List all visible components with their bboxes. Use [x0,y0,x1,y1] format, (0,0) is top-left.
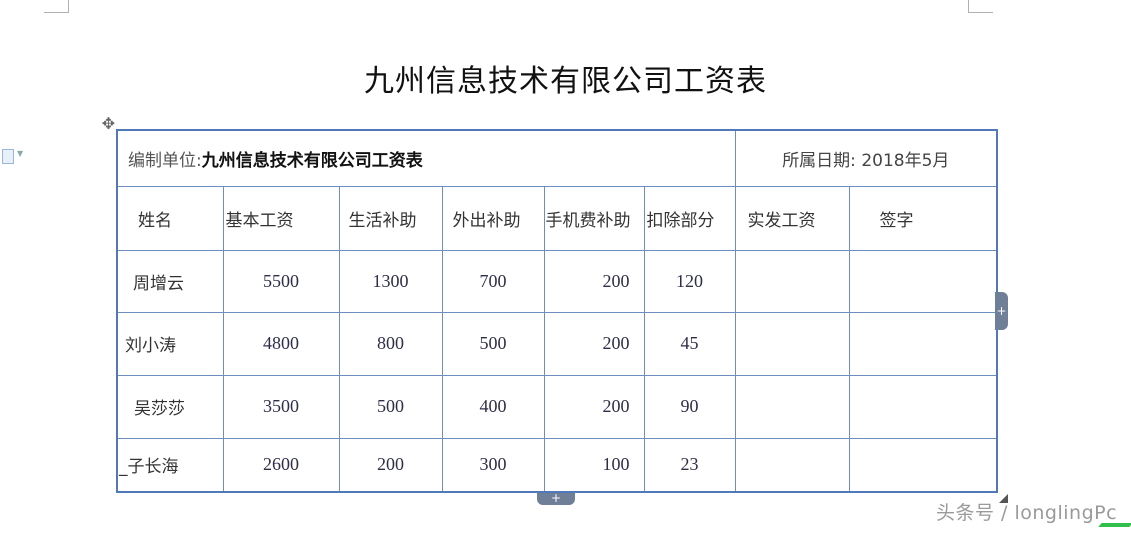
cell-signature[interactable] [848,249,998,313]
document-title: 九州信息技术有限公司工资表 [364,64,767,99]
cell-deductions[interactable]: 120 [643,249,736,313]
cell-base-salary[interactable]: 5500 [222,249,340,313]
table-row: _子长海 2600 200 300 100 23 [116,437,998,493]
cell-phone-allowance[interactable]: 200 [543,249,645,313]
org-label: 编制单位: [128,150,202,171]
header-deductions[interactable]: 扣除部分 [643,185,736,251]
cell-living-allowance[interactable]: 200 [338,437,443,493]
cell-travel-allowance[interactable]: 500 [441,311,545,376]
header-name[interactable]: 姓名 [116,185,224,251]
crop-mark-top-right [968,0,993,13]
cell-name[interactable]: 刘小涛 [116,311,224,376]
insert-row-button[interactable]: + [537,492,575,505]
table-row: 刘小涛 4800 800 500 200 45 [116,311,998,376]
cell-deductions[interactable]: 90 [643,374,736,439]
cell-travel-allowance[interactable]: 700 [441,249,545,313]
cell-net-pay[interactable] [734,437,850,493]
cell-net-pay[interactable] [734,249,850,313]
header-signature[interactable]: 签字 [848,185,998,251]
org-name: 九州信息技术有限公司工资表 [201,150,423,171]
header-living-allowance[interactable]: 生活补助 [338,185,443,251]
cell-name[interactable]: _子长海 [116,437,224,493]
header-phone-allowance[interactable]: 手机费补助 [543,185,645,251]
header-net-pay[interactable]: 实发工资 [734,185,850,251]
date-cell[interactable]: 所属日期: 2018年5月 [734,129,998,187]
column-header-row: 姓名 基本工资 生活补助 外出补助 手机费补助 扣除部分 实发工资 签字 [116,185,998,251]
document-options-icon[interactable]: ▼ [2,149,24,165]
cell-phone-allowance[interactable]: 200 [543,374,645,439]
cell-living-allowance[interactable]: 1300 [338,249,443,313]
cell-travel-allowance[interactable]: 300 [441,437,545,493]
cell-signature[interactable] [848,437,998,493]
salary-table: 编制单位:九州信息技术有限公司工资表 所属日期: 2018年5月 姓名 基本工资… [116,129,999,493]
header-travel-allowance[interactable]: 外出补助 [441,185,545,251]
page-icon [2,149,14,164]
org-cell[interactable]: 编制单位:九州信息技术有限公司工资表 [116,129,736,187]
chevron-down-icon: ▼ [17,149,24,158]
watermark-text: 头条号 / longlingPc [936,502,1118,524]
header-base-salary[interactable]: 基本工资 [222,185,340,251]
watermark-accent [1098,523,1131,527]
table-row: 周增云 5500 1300 700 200 120 [116,249,998,313]
cell-name[interactable]: 吴莎莎 [116,374,224,439]
cell-deductions[interactable]: 45 [643,311,736,376]
cell-deductions[interactable]: 23 [643,437,736,493]
cell-net-pay[interactable] [734,374,850,439]
cell-signature[interactable] [848,374,998,439]
cell-phone-allowance[interactable]: 100 [543,437,645,493]
cell-living-allowance[interactable]: 800 [338,311,443,376]
cell-signature[interactable] [848,311,998,376]
cell-base-salary[interactable]: 3500 [222,374,340,439]
crop-mark-top-left [44,0,69,13]
cell-base-salary[interactable]: 2600 [222,437,340,493]
date-text: 所属日期: 2018年5月 [782,150,950,171]
insert-column-button[interactable]: + [995,292,1008,330]
cell-name[interactable]: 周增云 [116,249,224,313]
cell-base-salary[interactable]: 4800 [222,311,340,376]
cell-net-pay[interactable] [734,311,850,376]
table-row: 吴莎莎 3500 500 400 200 90 [116,374,998,439]
cell-phone-allowance[interactable]: 200 [543,311,645,376]
cell-living-allowance[interactable]: 500 [338,374,443,439]
table-header-info-row: 编制单位:九州信息技术有限公司工资表 所属日期: 2018年5月 [116,129,998,187]
cell-travel-allowance[interactable]: 400 [441,374,545,439]
